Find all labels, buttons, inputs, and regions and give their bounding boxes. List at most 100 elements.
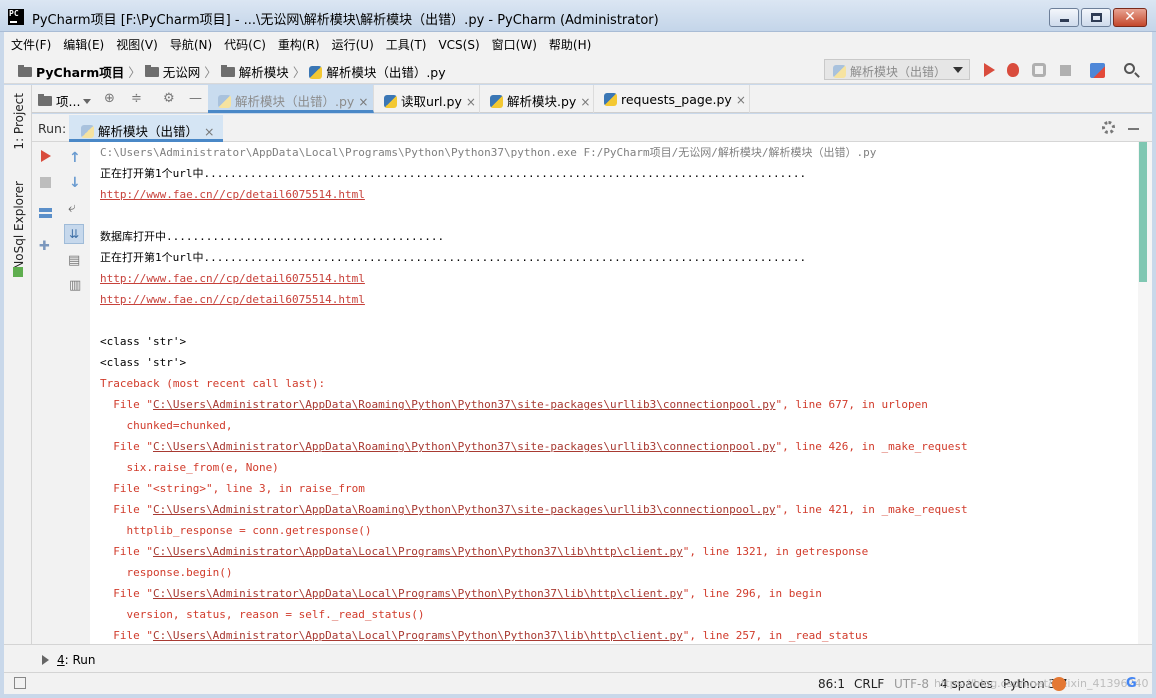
- gear-icon[interactable]: [1102, 121, 1115, 134]
- soft-wrap-icon[interactable]: ⤶: [68, 200, 76, 216]
- gear-icon[interactable]: ⚙: [163, 91, 175, 106]
- console-output[interactable]: C:\Users\Administrator\AppData\Local\Pro…: [90, 142, 1138, 644]
- minimize-icon: [1060, 19, 1069, 22]
- console-url-link[interactable]: http://www.fae.cn//cp/detail6075514.html: [100, 184, 365, 205]
- menu-help[interactable]: 帮助(H): [542, 32, 596, 56]
- trace-file-link[interactable]: C:\Users\Administrator\AppData\Local\Pro…: [153, 629, 683, 642]
- console-url-link[interactable]: http://www.fae.cn//cp/detail6075514.html: [100, 289, 365, 310]
- menu-code[interactable]: 代码(C): [217, 32, 271, 56]
- close-tab-icon[interactable]: ×: [466, 95, 476, 109]
- scrollbar-thumb[interactable]: [1139, 142, 1147, 282]
- tab-requests-page[interactable]: requests_page.py ×: [594, 85, 750, 113]
- traceback-code: six.raise_from(e, None): [100, 461, 279, 474]
- run-tool-label: : Run: [64, 653, 96, 667]
- project-header[interactable]: 项...: [38, 91, 92, 110]
- hide-icon[interactable]: —: [189, 91, 202, 106]
- maximize-icon: [1091, 13, 1102, 22]
- search-icon[interactable]: [1124, 63, 1135, 74]
- layout-icon[interactable]: [39, 208, 52, 218]
- down-arrow-icon[interactable]: ↓: [69, 175, 81, 191]
- run-triangle-icon: [42, 655, 49, 665]
- rerun-icon[interactable]: [41, 150, 51, 162]
- toggle-tool-windows-icon[interactable]: [14, 677, 26, 689]
- console-line: 数据库打开中..................................…: [100, 230, 445, 243]
- trace-suffix: ", line 421, in _make_request: [775, 503, 968, 516]
- trace-suffix: ", line 257, in _read_status: [682, 629, 869, 642]
- notification-icon[interactable]: [1052, 677, 1066, 691]
- breadcrumb-folder-wusong[interactable]: 无讼网: [163, 65, 201, 80]
- run-toolbar: ↑ ↓ ⤶ ⇊ ✚ ▤ ▥: [32, 142, 90, 644]
- close-tab-icon[interactable]: ×: [580, 95, 590, 109]
- breadcrumb-folder-parse[interactable]: 解析模块: [239, 65, 289, 80]
- menu-file[interactable]: 文件(F): [4, 32, 56, 56]
- run-tab[interactable]: 解析模块（出错） ×: [69, 115, 223, 142]
- tab-read-url[interactable]: 读取url.py ×: [374, 85, 480, 113]
- debug-icon[interactable]: [1007, 63, 1019, 77]
- run-configuration-select[interactable]: 解析模块（出错）: [824, 59, 970, 80]
- menu-window[interactable]: 窗口(W): [485, 32, 542, 56]
- console-line: <class 'str'>: [100, 356, 187, 369]
- collapse-all-icon[interactable]: ≑: [131, 91, 142, 106]
- run-with-coverage-icon[interactable]: [1032, 63, 1046, 77]
- trash-icon[interactable]: ▥: [69, 278, 81, 293]
- menu-refactor[interactable]: 重构(R): [271, 32, 325, 56]
- console-line: 正在打开第1个url中.............................…: [100, 167, 807, 180]
- menu-navigate[interactable]: 导航(N): [163, 32, 217, 56]
- breadcrumb-project[interactable]: PyCharm项目: [36, 65, 124, 80]
- trace-file-link[interactable]: C:\Users\Administrator\AppData\Local\Pro…: [153, 545, 683, 558]
- minimize-button[interactable]: [1049, 8, 1079, 27]
- run-icon[interactable]: [984, 63, 995, 77]
- python-file-icon: [384, 95, 397, 108]
- menu-run[interactable]: 运行(U): [325, 32, 379, 56]
- console-line: <class 'str'>: [100, 335, 187, 348]
- locate-icon[interactable]: ⊕: [104, 91, 115, 106]
- console-line-command: C:\Users\Administrator\AppData\Local\Pro…: [100, 146, 877, 159]
- menu-edit[interactable]: 编辑(E): [56, 32, 109, 56]
- tab-parse-module-error[interactable]: 解析模块（出错）.py ×: [208, 85, 374, 113]
- trace-prefix: File ": [100, 503, 153, 516]
- up-arrow-icon[interactable]: ↑: [69, 150, 81, 166]
- dropdown-arrow-icon: [953, 67, 963, 73]
- line-separator[interactable]: CRLF: [854, 677, 884, 691]
- trace-prefix: File ": [100, 629, 153, 642]
- navigation-bar: PyCharm项目〉无讼网〉解析模块〉解析模块（出错）.py 解析模块（出错）: [4, 56, 1152, 84]
- run-panel-header: Run: 解析模块（出错） ×: [32, 114, 1152, 142]
- nosql-explorer-tool-tab[interactable]: NoSql Explorer: [12, 181, 26, 270]
- stop-icon[interactable]: [1060, 65, 1071, 76]
- pin-icon[interactable]: ✚: [39, 239, 50, 254]
- python-file-icon: [81, 125, 94, 138]
- stop-icon[interactable]: [40, 177, 51, 188]
- maximize-button[interactable]: [1081, 8, 1111, 27]
- close-run-tab-icon[interactable]: ×: [204, 124, 214, 139]
- tab-parse-module[interactable]: 解析模块.py ×: [480, 85, 594, 113]
- scroll-to-end-icon[interactable]: ⇊: [64, 224, 84, 244]
- menu-vcs[interactable]: VCS(S): [431, 34, 484, 58]
- trace-file-link[interactable]: C:\Users\Administrator\AppData\Roaming\P…: [153, 398, 776, 411]
- console-url-link[interactable]: http://www.fae.cn//cp/detail6075514.html: [100, 268, 365, 289]
- pycharm-logo-icon: PC: [8, 9, 24, 25]
- breadcrumb-file[interactable]: 解析模块（出错）.py: [326, 65, 445, 80]
- menu-view[interactable]: 视图(V): [109, 32, 163, 56]
- print-icon[interactable]: ▤: [68, 253, 80, 268]
- menu-tools[interactable]: 工具(T): [379, 32, 432, 56]
- caret-position[interactable]: 86:1: [818, 677, 845, 691]
- breadcrumb: PyCharm项目〉无讼网〉解析模块〉解析模块（出错）.py: [18, 62, 446, 81]
- trace-file-link[interactable]: C:\Users\Administrator\AppData\Local\Pro…: [153, 587, 683, 600]
- hide-panel-icon[interactable]: [1128, 128, 1139, 130]
- run-configuration-label: 解析模块（出错）: [850, 65, 947, 79]
- run-tool-number: 4: [57, 653, 65, 667]
- run-tool-tab[interactable]: 4: Run: [57, 653, 96, 667]
- close-tab-icon[interactable]: ×: [358, 95, 368, 109]
- google-icon[interactable]: G: [1126, 676, 1137, 691]
- project-tool-tab[interactable]: 1: Project: [12, 93, 26, 150]
- trace-suffix: ", line 296, in begin: [682, 587, 822, 600]
- close-tab-icon[interactable]: ×: [736, 93, 746, 107]
- translate-icon[interactable]: [1090, 63, 1105, 78]
- window-title: PyCharm项目 [F:\PyCharm项目] - ...\无讼网\解析模块\…: [32, 13, 659, 28]
- close-window-button[interactable]: ✕: [1113, 8, 1147, 27]
- file-encoding[interactable]: UTF-8: [894, 677, 929, 691]
- trace-file-link[interactable]: C:\Users\Administrator\AppData\Roaming\P…: [153, 503, 776, 516]
- trace-file-link[interactable]: C:\Users\Administrator\AppData\Roaming\P…: [153, 440, 776, 453]
- console-scrollbar[interactable]: [1138, 142, 1152, 644]
- traceback-frame: File "C:\Users\Administrator\AppData\Loc…: [100, 541, 868, 562]
